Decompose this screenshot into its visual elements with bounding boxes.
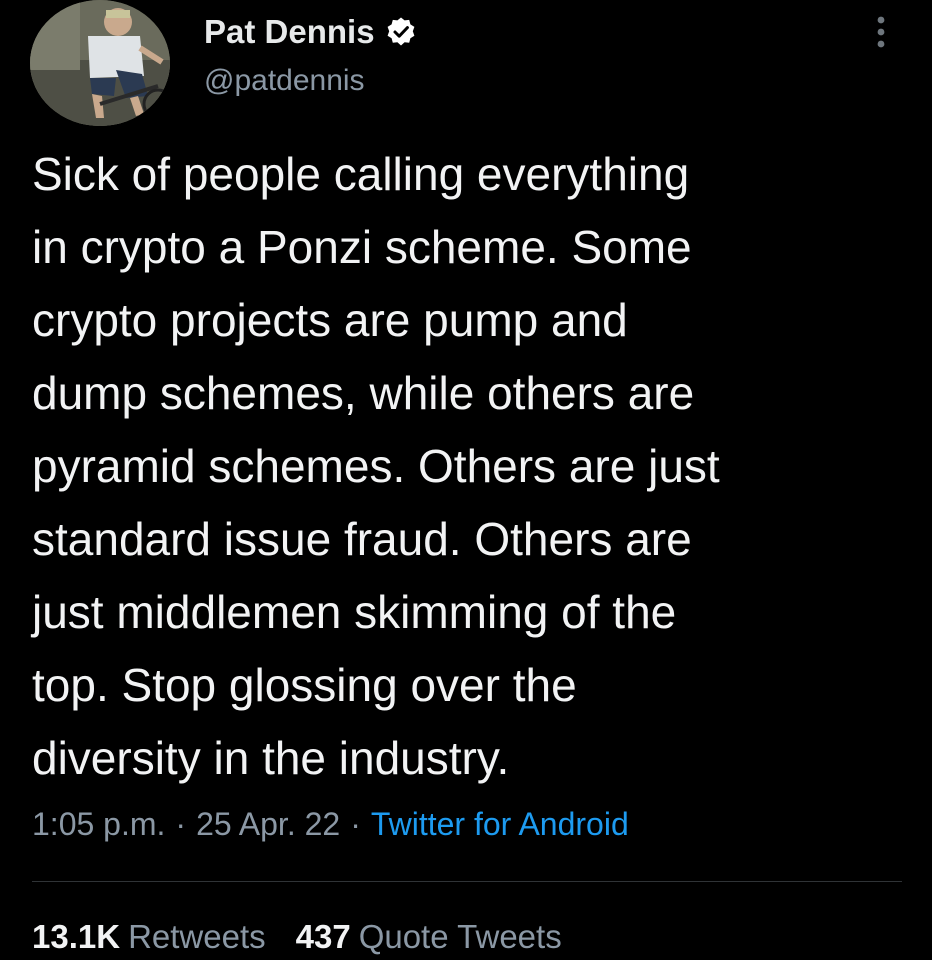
avatar-photo xyxy=(30,0,170,126)
tweet-source-link[interactable]: Twitter for Android xyxy=(371,806,629,842)
author-name-row: Pat Dennis xyxy=(204,10,417,54)
quote-tweets-label: Quote Tweets xyxy=(358,918,562,955)
avatar[interactable] xyxy=(30,0,170,126)
tweet-text-line: dump schemes, while others are xyxy=(32,367,695,419)
engagement-stats: 13.1K Retweets 437 Quote Tweets xyxy=(32,918,562,956)
more-vertical-icon[interactable] xyxy=(866,12,896,52)
author-block: Pat Dennis @patdennis xyxy=(204,10,417,98)
tweet-text-line: pyramid schemes. Others are just xyxy=(32,440,720,492)
verified-badge-icon xyxy=(385,16,417,48)
retweets-label: Retweets xyxy=(128,918,266,955)
quote-tweets-stat[interactable]: 437 Quote Tweets xyxy=(296,918,562,956)
user-handle[interactable]: @patdennis xyxy=(204,64,417,98)
meta-separator: · xyxy=(175,806,187,842)
tweet-time[interactable]: 1:05 p.m. xyxy=(32,806,165,842)
meta-separator: · xyxy=(350,806,361,842)
tweet-detail: Pat Dennis @patdennis Sick of people cal… xyxy=(0,0,932,960)
tweet-text: Sick of people calling everything in cry… xyxy=(32,138,912,795)
retweets-count: 13.1K xyxy=(32,918,121,955)
tweet-text-line: top. Stop glossing over the xyxy=(32,659,577,711)
tweet-text-line: Sick of people calling everything xyxy=(32,148,690,200)
retweets-stat[interactable]: 13.1K Retweets xyxy=(32,918,266,956)
tweet-text-line: diversity in the industry. xyxy=(32,732,510,784)
tweet-text-line: just middlemen skimming of the xyxy=(32,586,677,638)
tweet-text-line: crypto projects are pump and xyxy=(32,294,628,346)
display-name[interactable]: Pat Dennis xyxy=(204,13,375,51)
tweet-metadata: 1:05 p.m. · 25 Apr. 22 · Twitter for Android xyxy=(32,806,629,843)
divider xyxy=(32,881,902,882)
tweet-text-line: standard issue fraud. Others are xyxy=(32,513,692,565)
tweet-text-line: in crypto a Ponzi scheme. Some xyxy=(32,221,692,273)
tweet-date[interactable]: 25 Apr. 22 xyxy=(196,806,340,842)
quote-tweets-count: 437 xyxy=(295,918,351,955)
